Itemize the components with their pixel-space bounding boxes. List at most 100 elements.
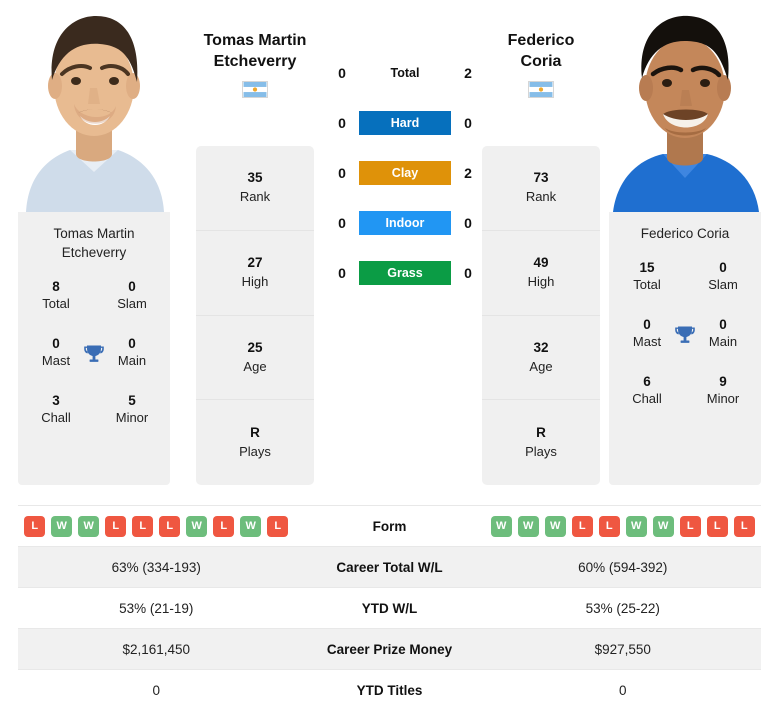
h2h-total-left-count: 0 [338,65,346,81]
ytd-wl-right: 53% (25-22) [585,600,660,616]
form-badge-win[interactable]: W [652,515,674,537]
stat-column-right: 73 Rank 49 High 32 Age R Plays [482,146,600,485]
player-headline-name-right-line2: Coria [520,53,562,70]
ytd-titles-right: 0 [618,682,627,698]
title-stat-minor-right: 9 Minor [706,374,740,406]
form-badge-win[interactable]: W [490,515,512,537]
h2h-clay-right-count: 2 [464,165,472,181]
form-badge-loss[interactable]: L [159,515,181,537]
h2h-grass-left-count: 0 [338,265,346,281]
player-comparison-widget: Tomas Martin Etcheverry 8 Total 0 Slam 0… [0,0,779,719]
h2h-row-total: 0 Total 2 [331,60,479,86]
player-card-name-left: Tomas Martin Etcheverry [53,226,135,260]
stat-rank-right: 73 Rank [482,146,600,231]
title-stat-chall-left: 3 Chall [41,393,71,425]
form-badge-loss[interactable]: L [105,515,127,537]
trophy-icon [675,325,695,343]
form-badge-win[interactable]: W [517,515,539,537]
stat-column-left: 35 Rank 27 High 25 Age R Plays [196,146,314,485]
player-headline-name-left-line1: Tomas Martin [203,32,307,49]
player-card-right[interactable]: Federico Coria 15 Total 0 Slam 0 Mast 0 … [609,8,761,485]
stat-rank-left: 35 Rank [196,146,314,231]
comparison-label-ytd-wl: YTD W/L [361,600,418,616]
head-to-head-surfaces: 0 Total 2 0 Hard 0 0 Clay 2 0 Indoor 0 0 [331,60,479,286]
form-badge-loss[interactable]: L [24,515,46,537]
h2h-row-clay: 0 Clay 2 [331,160,479,186]
argentina-flag-icon [242,81,268,98]
player-card-left[interactable]: Tomas Martin Etcheverry 8 Total 0 Slam 0… [18,8,170,485]
form-badge-loss[interactable]: L [733,515,755,537]
career-total-wl-left: 63% (334-193) [111,559,201,575]
h2h-hard-left-count: 0 [338,115,346,131]
stat-plays-left: R Plays [239,425,271,460]
form-badge-win[interactable]: W [240,515,262,537]
top-section: Tomas Martin Etcheverry 8 Total 0 Slam 0… [0,0,779,487]
h2h-grass-badge[interactable]: Grass [359,261,451,285]
title-stat-total-left: 8 Total [42,279,70,311]
form-badge-win[interactable]: W [544,515,566,537]
form-badge-win[interactable]: W [186,515,208,537]
stat-age-right: 32 Age [482,316,600,401]
comparison-table: LWWLLLWLWL Form WWWLLWWLLL 63% (334-193)… [18,505,761,710]
form-badge-loss[interactable]: L [213,515,235,537]
h2h-hard-badge[interactable]: Hard [359,111,451,135]
form-badge-win[interactable]: W [78,515,100,537]
form-badge-loss[interactable]: L [571,515,593,537]
form-badge-loss[interactable]: L [706,515,728,537]
stat-high-right: 49 High [482,231,600,316]
h2h-clay-badge[interactable]: Clay [359,161,451,185]
title-stat-slam-right: 0 Slam [708,260,738,292]
ytd-titles-left: 0 [152,682,160,698]
h2h-indoor-badge[interactable]: Indoor [359,211,451,235]
career-total-wl-right: 60% (594-392) [578,559,668,575]
title-stat-slam-left: 0 Slam [117,279,147,311]
form-badge-loss[interactable]: L [598,515,620,537]
comparison-label-form: Form [372,518,407,534]
h2h-indoor-left-count: 0 [338,215,346,231]
h2h-total-right-count: 2 [464,65,472,81]
title-stat-chall-right: 6 Chall [632,374,662,406]
player-info-block-right: Federico Coria 15 Total 0 Slam 0 Mast 0 … [609,212,761,485]
career-prize-money-right: $927,550 [594,641,651,657]
stat-plays-right: R Plays [525,425,557,460]
form-badge-win[interactable]: W [51,515,73,537]
player-photo-left [18,8,170,212]
player-portrait-right-image [609,8,761,212]
comparison-row-ytd-titles: 0 YTD Titles 0 [18,669,761,710]
player-photo-right [609,8,761,212]
stat-high-left: 27 High [196,231,314,316]
form-strip-right: WWWLLWWLLL [490,515,755,537]
career-prize-money-left: $2,161,450 [122,641,191,657]
h2h-clay-left-count: 0 [338,165,346,181]
player-card-name-right: Federico Coria [640,226,730,241]
comparison-row-ytd-wl: 53% (21-19) YTD W/L 53% (25-22) [18,587,761,628]
comparison-label-career-prize-money: Career Prize Money [326,641,453,657]
titles-grid-left: 8 Total 0 Slam 0 Mast 0 Main 3 Chall 5 M… [18,278,170,427]
form-right: WWWLLWWLLL [485,515,762,537]
h2h-row-indoor: 0 Indoor 0 [331,210,479,236]
trophy-icon [84,344,104,362]
comparison-row-career-prize-money: $2,161,450 Career Prize Money $927,550 [18,628,761,669]
title-stat-total-right: 15 Total [633,260,661,292]
ytd-wl-left: 53% (21-19) [119,600,194,616]
h2h-grass-right-count: 0 [464,265,472,281]
h2h-row-grass: 0 Grass 0 [331,260,479,286]
titles-grid-right: 15 Total 0 Slam 0 Mast 0 Main 6 Chall 9 … [609,259,761,408]
form-badge-loss[interactable]: L [132,515,154,537]
form-badge-loss[interactable]: L [679,515,701,537]
player-headline-left[interactable]: Tomas Martin Etcheverry [175,30,335,98]
h2h-hard-right-count: 0 [464,115,472,131]
comparison-row-form: LWWLLLWLWL Form WWWLLWWLLL [18,505,761,546]
h2h-indoor-right-count: 0 [464,215,472,231]
form-left: LWWLLLWLWL [18,515,295,537]
player-headline-name-right-line1: Federico [507,32,575,49]
player-portrait-left-image [18,8,170,212]
player-headline-right[interactable]: Federico Coria [461,30,621,98]
stat-age-left: 25 Age [196,316,314,401]
player-info-block-left: Tomas Martin Etcheverry 8 Total 0 Slam 0… [18,212,170,485]
comparison-row-career-total-wl: 63% (334-193) Career Total W/L 60% (594-… [18,546,761,587]
h2h-total-label: Total [390,66,420,80]
player-headline-name-left-line2: Etcheverry [213,53,297,70]
form-badge-win[interactable]: W [625,515,647,537]
form-badge-loss[interactable]: L [267,515,289,537]
